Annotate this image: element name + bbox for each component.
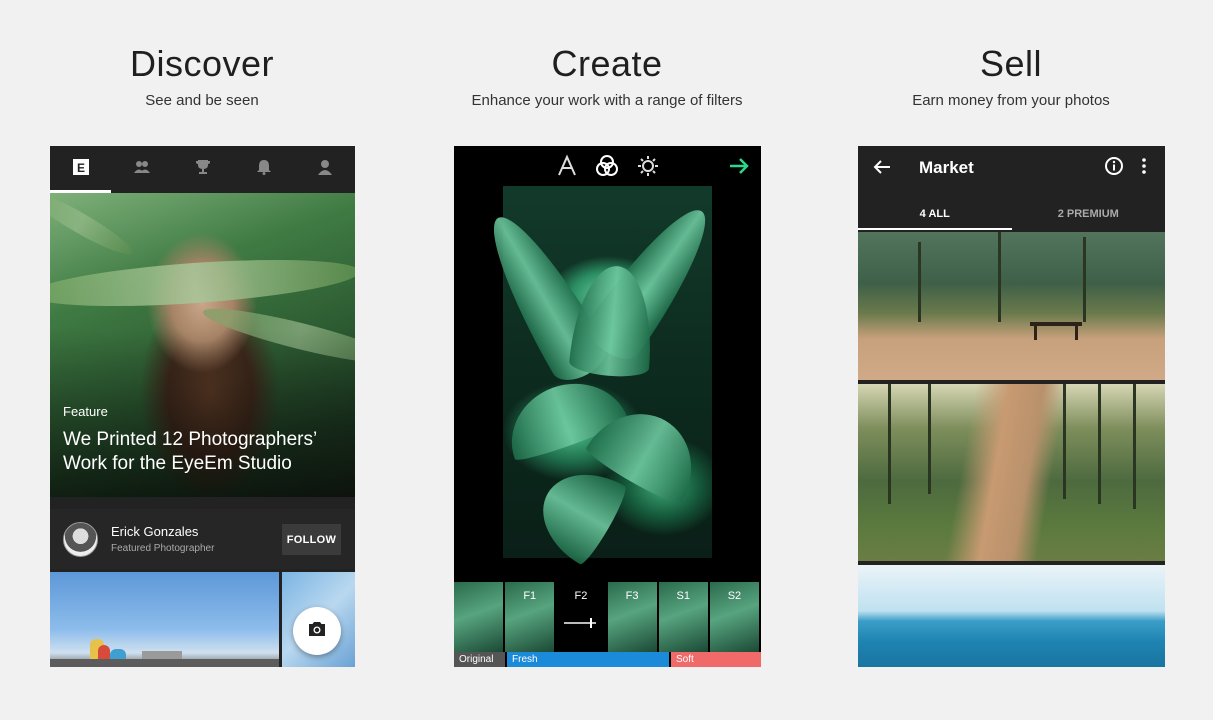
- sell-heading: Sell Earn money from your photos: [801, 43, 1213, 110]
- tab-people[interactable]: [111, 146, 172, 193]
- filter-intensity-slider[interactable]: [564, 618, 597, 628]
- filter-label: F3: [625, 590, 639, 602]
- tab-missions[interactable]: [172, 146, 233, 193]
- more-vertical-icon[interactable]: [1139, 156, 1149, 181]
- camera-icon: [308, 621, 326, 642]
- filter-f3[interactable]: F3: [607, 582, 657, 652]
- create-heading: Create Enhance your work with a range of…: [397, 43, 817, 110]
- market-photo[interactable]: [858, 384, 1165, 561]
- create-screen: F1 F2 F3 S1 S2 Original Fresh Soft: [454, 146, 761, 667]
- follow-button[interactable]: FOLLOW: [282, 524, 341, 555]
- panel-subtitle: Earn money from your photos: [912, 92, 1110, 109]
- feature-kicker: Feature: [63, 404, 108, 419]
- filter-f2[interactable]: F2: [556, 582, 606, 652]
- group-original[interactable]: Original: [454, 652, 505, 667]
- camera-button[interactable]: [293, 607, 341, 655]
- svg-text:E: E: [76, 161, 84, 175]
- market-photo[interactable]: [858, 565, 1165, 667]
- author-role: Featured Photographer: [111, 543, 215, 554]
- photo-thumbnail[interactable]: [50, 572, 279, 667]
- filter-strip: F1 F2 F3 S1 S2: [454, 582, 761, 652]
- editing-photo[interactable]: [472, 186, 727, 568]
- filter-label: F2: [574, 590, 588, 602]
- panel-title: Create: [551, 43, 663, 84]
- tab-all[interactable]: 4 ALL: [858, 197, 1012, 230]
- group-soft[interactable]: Soft: [671, 652, 761, 667]
- filter-label: S1: [676, 590, 690, 602]
- people-icon: [133, 158, 151, 181]
- tab-premium[interactable]: 2 PREMIUM: [1012, 197, 1166, 230]
- filter-original[interactable]: [454, 582, 504, 652]
- edit-toolbar: [454, 146, 761, 186]
- top-tab-bar: E: [50, 146, 355, 193]
- discover-heading: Discover See and be seen: [0, 43, 412, 110]
- panel-subtitle: See and be seen: [145, 92, 259, 109]
- filter-f1[interactable]: F1: [505, 582, 555, 652]
- filter-s2[interactable]: S2: [709, 582, 760, 652]
- panel-subtitle: Enhance your work with a range of filter…: [471, 92, 743, 109]
- bell-icon: [255, 158, 273, 181]
- avatar[interactable]: [63, 522, 98, 557]
- arrow-right-icon[interactable]: [727, 154, 751, 178]
- filter-label: F1: [523, 590, 537, 602]
- filters-icon[interactable]: [595, 154, 619, 178]
- trophy-icon: [194, 158, 212, 181]
- sell-screen: Market 4 ALL 2 PREMIUM: [858, 146, 1165, 667]
- market-tabs: 4 ALL 2 PREMIUM: [858, 197, 1165, 230]
- group-fresh[interactable]: Fresh: [507, 652, 669, 667]
- bench-shape: [1030, 322, 1082, 340]
- market-header: Market 4 ALL 2 PREMIUM: [858, 146, 1165, 230]
- discover-screen: E Feature We Printed 12 Photographers’ W…: [50, 146, 355, 667]
- crop-icon[interactable]: [555, 154, 579, 178]
- filter-label: S2: [727, 590, 742, 602]
- brightness-icon[interactable]: [636, 154, 660, 178]
- market-photo[interactable]: [858, 232, 1165, 380]
- info-icon[interactable]: [1104, 156, 1124, 181]
- tab-notifications[interactable]: [233, 146, 294, 193]
- tab-home[interactable]: E: [50, 146, 111, 193]
- profile-icon: [316, 158, 334, 181]
- back-arrow-icon[interactable]: [872, 157, 892, 182]
- page-title: Market: [919, 158, 974, 177]
- featured-photographer-bar: Erick Gonzales Featured Photographer FOL…: [50, 509, 355, 569]
- tab-profile[interactable]: [294, 146, 355, 193]
- feature-title[interactable]: We Printed 12 Photographers’ Work for th…: [63, 428, 348, 476]
- author-name[interactable]: Erick Gonzales: [111, 524, 198, 539]
- eyeem-logo-icon: E: [72, 158, 90, 181]
- panel-title: Sell: [979, 43, 1043, 84]
- panel-title: Discover: [129, 43, 275, 84]
- filter-s1[interactable]: S1: [658, 582, 708, 652]
